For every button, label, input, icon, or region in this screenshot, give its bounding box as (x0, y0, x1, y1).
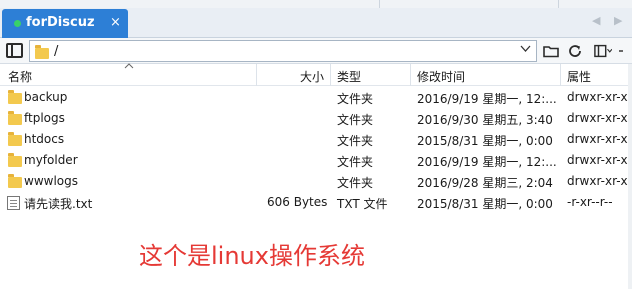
tab-label: forDiscuz (26, 15, 95, 30)
title-divider (558, 0, 559, 8)
file-modified: 2016/9/30 星期五, 3:40 (417, 113, 553, 127)
view-options-icon[interactable] (594, 42, 612, 60)
path-value: / (54, 44, 59, 59)
folder-icon (8, 132, 22, 146)
annotation-text: 这个是linux操作系统 (139, 242, 365, 270)
file-row[interactable]: ftplogs 文件夹 2016/9/30 星期五, 3:40 drwxr-xr… (0, 108, 632, 129)
folder-icon (8, 174, 22, 188)
file-row[interactable]: wwwlogs 文件夹 2016/9/28 星期三, 2:04 drwxr-xr… (0, 171, 632, 192)
file-name: ftplogs (24, 111, 65, 125)
column-type[interactable]: 类型 (337, 68, 361, 85)
connected-status-icon (14, 20, 21, 27)
file-modified: 2016/9/28 星期三, 2:04 (417, 176, 553, 190)
file-name: myfolder (24, 153, 78, 167)
file-type: 文件夹 (337, 113, 374, 127)
file-row[interactable]: 请先读我.txt 606 Bytes TXT 文件 2015/8/31 星期一,… (0, 192, 632, 213)
title-strip (0, 0, 632, 8)
folder-icon (8, 111, 22, 125)
toggle-panel-icon[interactable] (6, 43, 23, 58)
folder-icon (35, 45, 49, 59)
file-row[interactable]: myfolder 文件夹 2016/9/19 星期一, 12:... drwxr… (0, 150, 632, 171)
refresh-icon[interactable] (566, 42, 584, 60)
file-type: 文件夹 (337, 92, 374, 106)
path-input[interactable]: / (29, 40, 537, 62)
file-modified: 2016/9/19 星期一, 12:... (417, 155, 557, 169)
file-size: 606 Bytes (267, 195, 328, 209)
file-row[interactable]: htdocs 文件夹 2015/8/31 星期一, 0:00 drwxr-xr-… (0, 129, 632, 150)
file-type: 文件夹 (337, 176, 374, 190)
vertical-scrollbar[interactable] (628, 64, 632, 289)
title-divider (379, 0, 380, 8)
file-attributes: drwxr-xr-x (567, 174, 628, 188)
file-type: TXT 文件 (337, 197, 388, 211)
tab-prev-icon[interactable]: ◀ (592, 14, 600, 27)
tab-bar: forDiscuz × ◀ ▶ (0, 0, 632, 38)
column-divider[interactable] (560, 64, 561, 86)
folder-icon (8, 90, 22, 104)
file-attributes: drwxr-xr-x (567, 111, 628, 125)
file-name: wwwlogs (24, 174, 78, 188)
column-size[interactable]: 大小 (300, 68, 324, 85)
column-divider[interactable] (410, 64, 411, 86)
file-modified: 2015/8/31 星期一, 0:00 (417, 197, 553, 211)
file-name: 请先读我.txt (24, 197, 93, 211)
column-divider[interactable] (256, 64, 257, 86)
file-name: backup (24, 90, 68, 104)
column-header: 名称 大小 类型 修改时间 属性 (0, 61, 632, 86)
file-attributes: drwxr-xr-x (567, 153, 628, 167)
folder-icon (8, 153, 22, 167)
file-name: htdocs (24, 132, 65, 146)
text-file-icon (7, 196, 20, 210)
column-divider[interactable] (330, 64, 331, 86)
file-attributes: -r-xr--r-- (567, 195, 613, 209)
chevron-down-icon[interactable] (520, 43, 531, 57)
file-type: 文件夹 (337, 134, 374, 148)
tab-next-icon[interactable]: ▶ (614, 14, 622, 27)
sort-ascending-icon (124, 61, 134, 72)
column-name[interactable]: 名称 (8, 68, 32, 85)
folder-open-icon[interactable] (542, 42, 560, 60)
file-modified: 2016/9/19 星期一, 12:... (417, 92, 557, 106)
address-bar: / (0, 38, 632, 64)
column-attributes[interactable]: 属性 (567, 68, 591, 85)
file-attributes: drwxr-xr-x (567, 132, 628, 146)
more-icon[interactable] (618, 42, 628, 60)
file-attributes: drwxr-xr-x (567, 90, 628, 104)
file-modified: 2015/8/31 星期一, 0:00 (417, 134, 553, 148)
tab-close-icon[interactable]: × (110, 15, 121, 30)
file-row[interactable]: backup 文件夹 2016/9/19 星期一, 12:... drwxr-x… (0, 87, 632, 108)
file-type: 文件夹 (337, 155, 374, 169)
tab-fordiscuz[interactable]: forDiscuz × (2, 9, 128, 38)
column-modified[interactable]: 修改时间 (417, 68, 465, 85)
